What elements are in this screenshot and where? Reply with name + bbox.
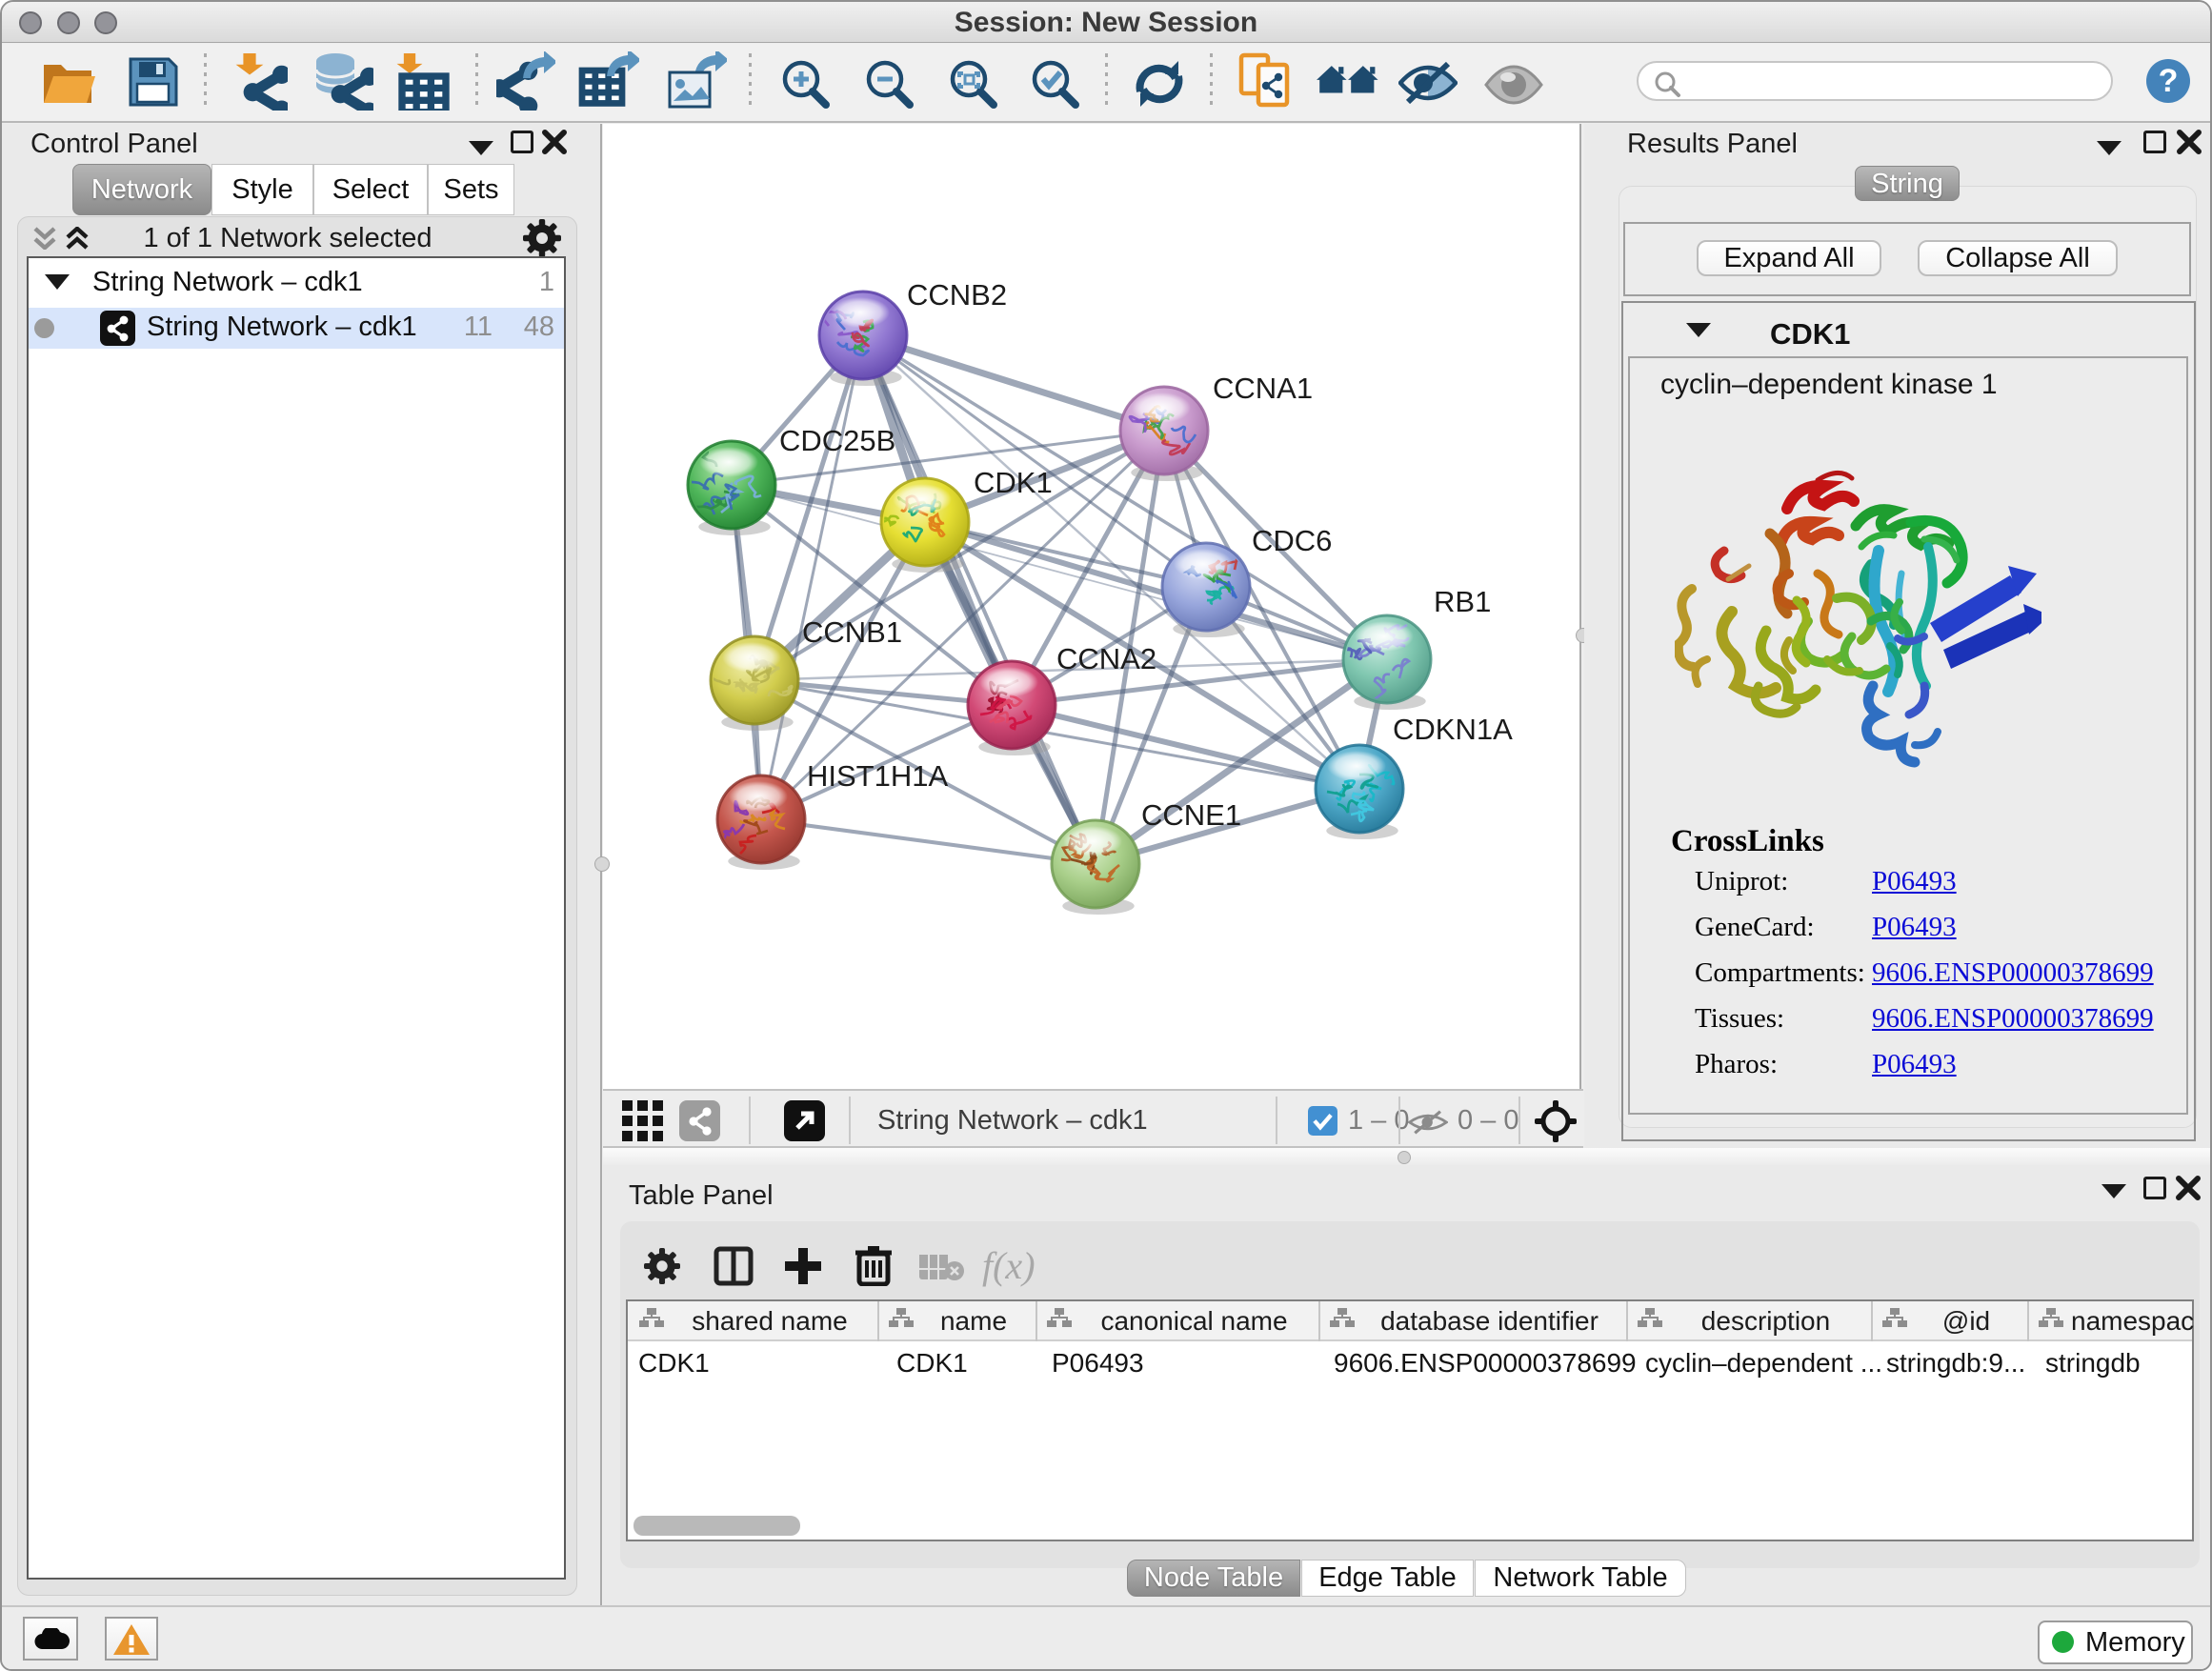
svg-text:CCNA1: CCNA1 <box>1213 372 1313 405</box>
svg-text:CDC6: CDC6 <box>1252 524 1332 557</box>
svg-text:CDC25B: CDC25B <box>779 424 895 457</box>
svg-text:CCNB2: CCNB2 <box>907 278 1007 312</box>
svg-text:CDK1: CDK1 <box>974 466 1053 499</box>
svg-text:CCNA2: CCNA2 <box>1056 642 1156 675</box>
svg-text:HIST1H1A: HIST1H1A <box>807 759 948 793</box>
svg-text:RB1: RB1 <box>1434 585 1491 618</box>
svg-text:CCNE1: CCNE1 <box>1141 798 1241 832</box>
svg-text:CCNB1: CCNB1 <box>802 615 902 649</box>
svg-text:CDKN1A: CDKN1A <box>1393 713 1513 746</box>
